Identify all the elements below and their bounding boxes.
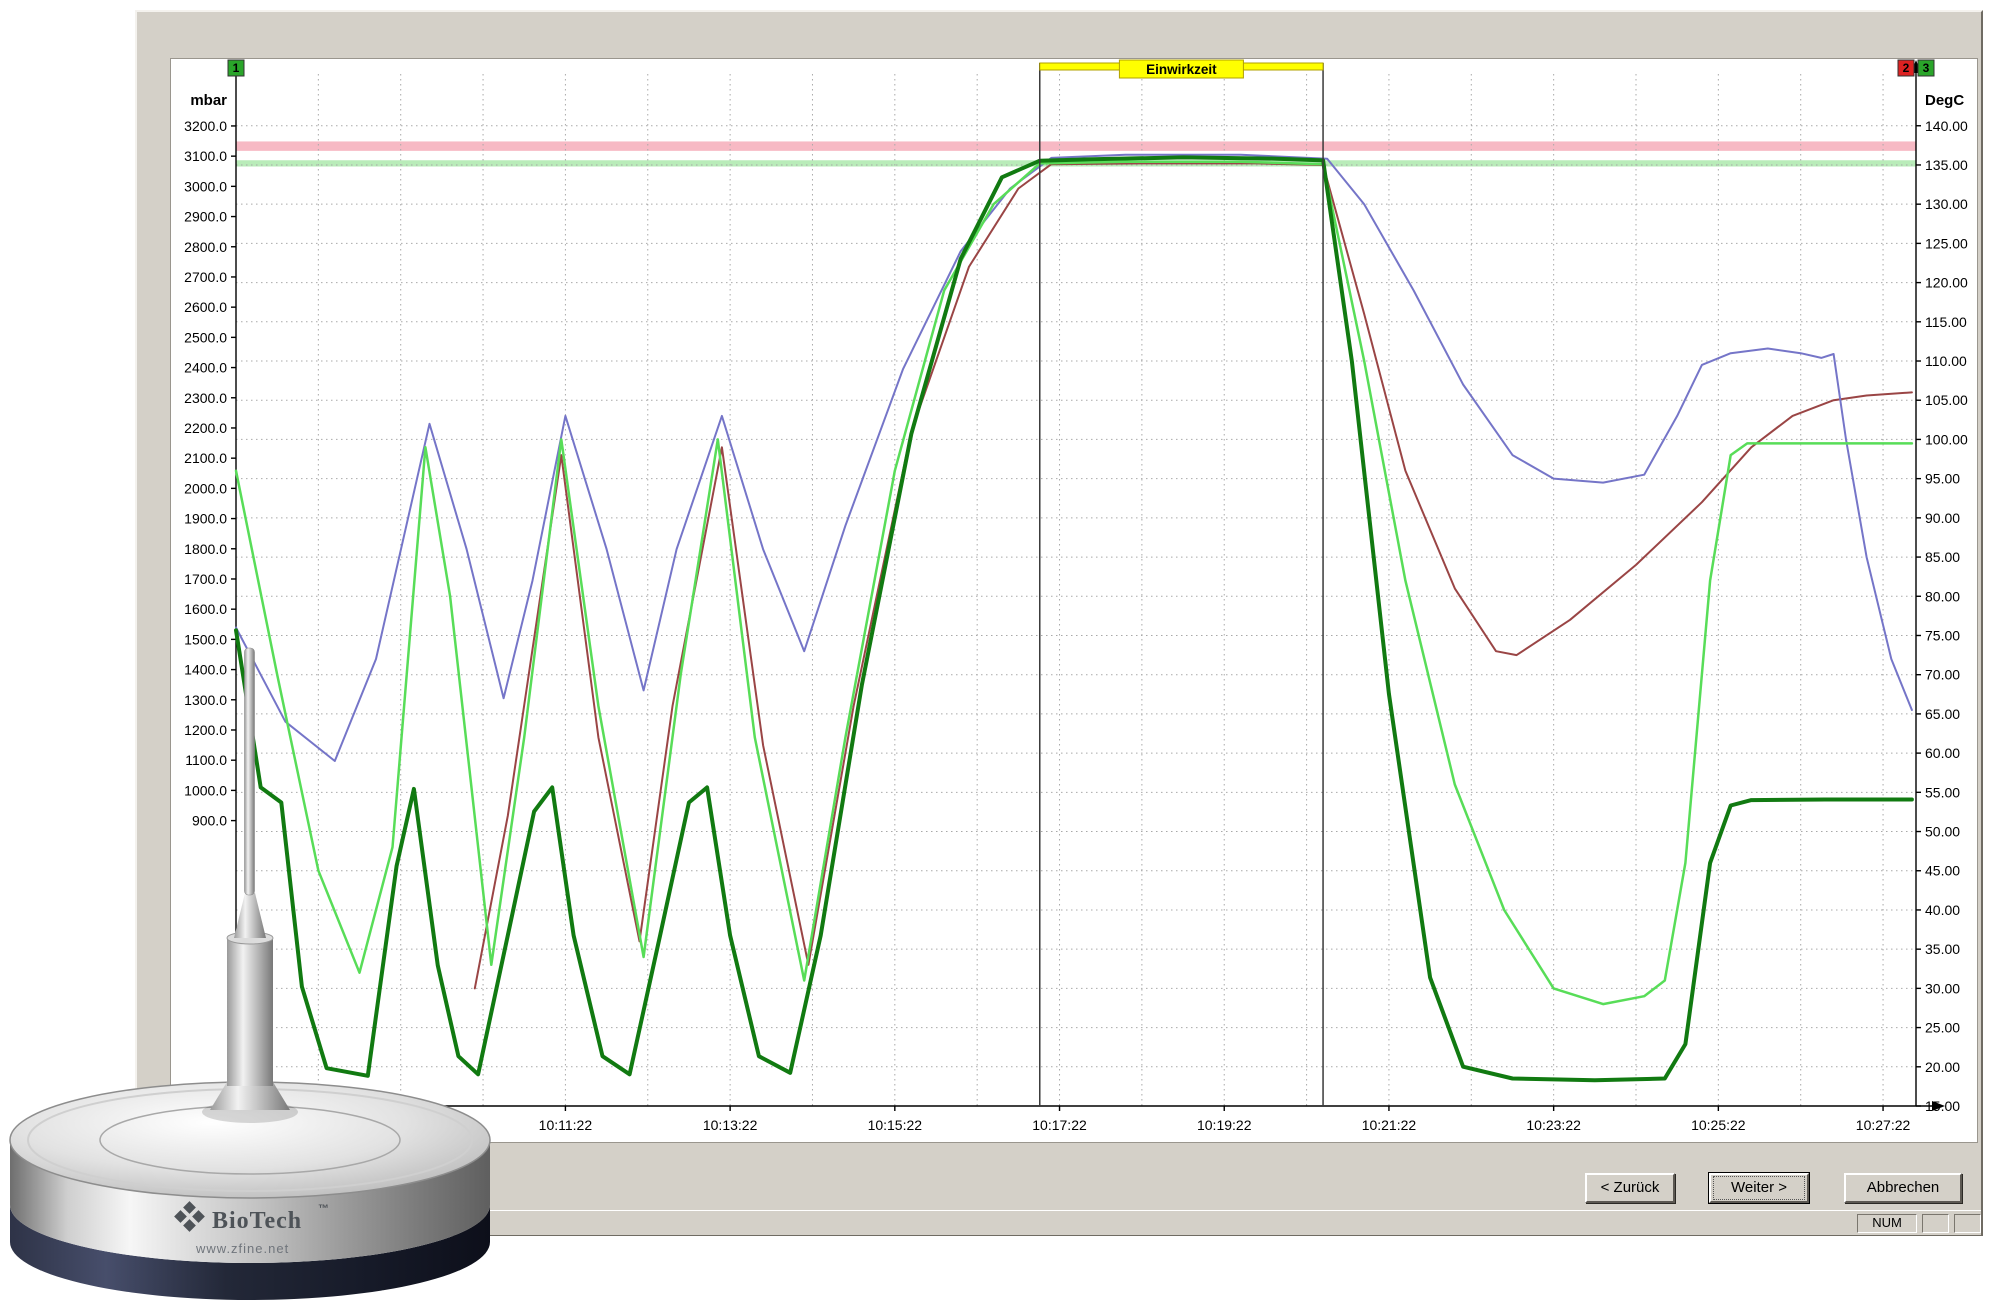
y-left-tick-label: 1600.0 [184,601,227,617]
y-left-tick-label: 2600.0 [184,299,227,315]
y-right-tick-label: 85.00 [1925,549,1960,565]
y-right-tick-label: 90.00 [1925,510,1960,526]
y-right-tick-label: 25.00 [1925,1020,1960,1036]
y-right-tick-label: 115.00 [1925,314,1967,330]
y-right-tick-label: 50.00 [1925,824,1960,840]
status-panel-1 [1922,1214,1949,1233]
channel-indicator-2-digit: 2 [1903,61,1910,75]
y-right-tick-label: 15.00 [1925,1098,1960,1114]
y-right-tick-label: 40.00 [1925,902,1960,918]
y-right-tick-label: 140.00 [1925,118,1968,134]
y-right-tick-label: 100.00 [1925,431,1968,447]
next-button[interactable]: Weiter > [1709,1173,1809,1203]
y-right-tick-label: 110.00 [1925,353,1967,369]
x-tick-label: 10:13:22 [703,1117,758,1133]
y-right-tick-label: 60.00 [1925,745,1960,761]
probe-rod [245,648,255,895]
datalogger-photo: BioTech ™ www.zfine.net [0,620,520,1300]
y-left-tick-label: 2000.0 [184,480,227,496]
y-left-tick-label: 3100.0 [184,148,227,164]
y-right-tick-label: 30.00 [1925,980,1960,996]
probe-hub [227,938,273,1086]
x-tick-label: 10:21:22 [1362,1117,1417,1133]
x-tick-label: 10:15:22 [868,1117,923,1133]
brand-name: BioTech [212,1208,302,1234]
y-right-axis-title: DegC [1925,92,1964,109]
y-left-tick-label: 1700.0 [184,571,227,587]
next-button-label: Weiter > [1713,1176,1805,1200]
y-right-tick-label: 70.00 [1925,667,1960,683]
y-right-tick-label: 95.00 [1925,471,1960,487]
y-left-tick-label: 3000.0 [184,178,227,194]
y-right-tick-label: 125.00 [1925,235,1968,251]
limit-band [236,141,1916,150]
y-left-tick-label: 2500.0 [184,329,227,345]
y-right-tick-label: 65.00 [1925,706,1960,722]
x-tick-label: 10:27:22 [1856,1117,1911,1133]
y-left-tick-label: 2200.0 [184,420,227,436]
status-panel-2 [1954,1214,1981,1233]
y-right-tick-label: 55.00 [1925,784,1960,800]
y-right-tick-label: 35.00 [1925,941,1960,957]
y-right-tick-label: 45.00 [1925,863,1960,879]
y-right-tick-label: 75.00 [1925,627,1960,643]
probe-cone [234,893,266,938]
series-temp-dark-red [475,163,1912,988]
y-left-tick-label: 2900.0 [184,209,227,225]
channel-indicator-1-digit: 1 [233,61,240,75]
y-right-tick-label: 105.00 [1925,392,1968,408]
y-right-tick-label: 20.00 [1925,1059,1960,1075]
y-right-tick-label: 120.00 [1925,275,1968,291]
brand-website: www.zfine.net [195,1241,289,1256]
y-left-tick-label: 2700.0 [184,269,227,285]
y-left-tick-label: 1900.0 [184,511,227,527]
hold-time-label: Einwirkzeit [1146,62,1217,77]
y-left-tick-label: 2800.0 [184,239,227,255]
x-tick-label: 10:17:22 [1032,1117,1087,1133]
y-left-axis-title: mbar [190,92,227,109]
y-left-tick-label: 2300.0 [184,390,227,406]
y-left-tick-label: 2400.0 [184,360,227,376]
y-left-tick-label: 1800.0 [184,541,227,557]
brand-trademark: ™ [318,1203,329,1215]
y-left-tick-label: 3200.0 [184,118,227,134]
x-tick-label: 10:11:22 [539,1117,593,1133]
back-button[interactable]: < Zurück [1585,1173,1675,1203]
y-right-tick-label: 135.00 [1925,157,1968,173]
channel-indicator-3-digit: 3 [1923,61,1930,75]
y-right-tick-label: 130.00 [1925,196,1968,212]
x-tick-label: 10:19:22 [1197,1117,1252,1133]
x-tick-label: 10:25:22 [1691,1117,1746,1133]
x-tick-label: 10:23:22 [1526,1117,1581,1133]
cancel-button[interactable]: Abbrechen [1844,1173,1962,1203]
y-right-tick-label: 80.00 [1925,588,1960,604]
y-left-tick-label: 2100.0 [184,450,227,466]
status-num-indicator: NUM [1857,1214,1917,1233]
